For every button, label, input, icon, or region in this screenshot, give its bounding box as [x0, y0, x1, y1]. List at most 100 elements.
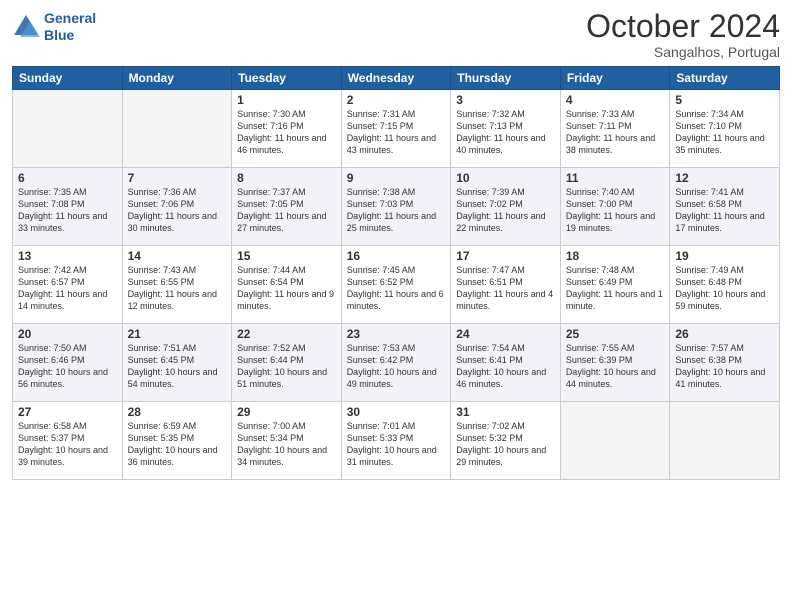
- day-number: 24: [456, 327, 555, 341]
- calendar-cell: 26Sunrise: 7:57 AM Sunset: 6:38 PM Dayli…: [670, 324, 780, 402]
- weekday-header-sunday: Sunday: [13, 67, 123, 90]
- calendar-cell: 15Sunrise: 7:44 AM Sunset: 6:54 PM Dayli…: [232, 246, 342, 324]
- day-number: 28: [128, 405, 227, 419]
- calendar-cell: 13Sunrise: 7:42 AM Sunset: 6:57 PM Dayli…: [13, 246, 123, 324]
- calendar-cell: 25Sunrise: 7:55 AM Sunset: 6:39 PM Dayli…: [560, 324, 670, 402]
- day-number: 4: [566, 93, 665, 107]
- logo: General Blue: [12, 10, 96, 44]
- page-header: General Blue October 2024 Sangalhos, Por…: [12, 10, 780, 60]
- week-row-3: 13Sunrise: 7:42 AM Sunset: 6:57 PM Dayli…: [13, 246, 780, 324]
- calendar-cell: [13, 90, 123, 168]
- calendar-cell: 11Sunrise: 7:40 AM Sunset: 7:00 PM Dayli…: [560, 168, 670, 246]
- calendar-cell: 31Sunrise: 7:02 AM Sunset: 5:32 PM Dayli…: [451, 402, 561, 480]
- day-info: Sunrise: 7:47 AM Sunset: 6:51 PM Dayligh…: [456, 264, 555, 313]
- calendar-cell: 23Sunrise: 7:53 AM Sunset: 6:42 PM Dayli…: [341, 324, 451, 402]
- day-info: Sunrise: 7:43 AM Sunset: 6:55 PM Dayligh…: [128, 264, 227, 313]
- day-number: 18: [566, 249, 665, 263]
- calendar-cell: 12Sunrise: 7:41 AM Sunset: 6:58 PM Dayli…: [670, 168, 780, 246]
- day-info: Sunrise: 7:52 AM Sunset: 6:44 PM Dayligh…: [237, 342, 336, 391]
- calendar-cell: 6Sunrise: 7:35 AM Sunset: 7:08 PM Daylig…: [13, 168, 123, 246]
- weekday-header-wednesday: Wednesday: [341, 67, 451, 90]
- day-number: 22: [237, 327, 336, 341]
- day-info: Sunrise: 7:00 AM Sunset: 5:34 PM Dayligh…: [237, 420, 336, 469]
- day-number: 10: [456, 171, 555, 185]
- day-info: Sunrise: 7:55 AM Sunset: 6:39 PM Dayligh…: [566, 342, 665, 391]
- calendar-cell: 16Sunrise: 7:45 AM Sunset: 6:52 PM Dayli…: [341, 246, 451, 324]
- weekday-header-tuesday: Tuesday: [232, 67, 342, 90]
- day-number: 25: [566, 327, 665, 341]
- weekday-header-row: SundayMondayTuesdayWednesdayThursdayFrid…: [13, 67, 780, 90]
- calendar-cell: [560, 402, 670, 480]
- day-info: Sunrise: 7:01 AM Sunset: 5:33 PM Dayligh…: [347, 420, 446, 469]
- day-info: Sunrise: 6:58 AM Sunset: 5:37 PM Dayligh…: [18, 420, 117, 469]
- calendar-cell: [670, 402, 780, 480]
- calendar-cell: 9Sunrise: 7:38 AM Sunset: 7:03 PM Daylig…: [341, 168, 451, 246]
- day-number: 1: [237, 93, 336, 107]
- calendar-cell: 1Sunrise: 7:30 AM Sunset: 7:16 PM Daylig…: [232, 90, 342, 168]
- calendar-cell: 5Sunrise: 7:34 AM Sunset: 7:10 PM Daylig…: [670, 90, 780, 168]
- day-info: Sunrise: 7:33 AM Sunset: 7:11 PM Dayligh…: [566, 108, 665, 157]
- day-number: 2: [347, 93, 446, 107]
- day-number: 21: [128, 327, 227, 341]
- day-number: 27: [18, 405, 117, 419]
- day-number: 31: [456, 405, 555, 419]
- calendar-cell: 21Sunrise: 7:51 AM Sunset: 6:45 PM Dayli…: [122, 324, 232, 402]
- day-info: Sunrise: 7:02 AM Sunset: 5:32 PM Dayligh…: [456, 420, 555, 469]
- day-info: Sunrise: 7:38 AM Sunset: 7:03 PM Dayligh…: [347, 186, 446, 235]
- calendar-cell: 17Sunrise: 7:47 AM Sunset: 6:51 PM Dayli…: [451, 246, 561, 324]
- calendar-cell: 10Sunrise: 7:39 AM Sunset: 7:02 PM Dayli…: [451, 168, 561, 246]
- day-info: Sunrise: 7:37 AM Sunset: 7:05 PM Dayligh…: [237, 186, 336, 235]
- day-number: 12: [675, 171, 774, 185]
- day-info: Sunrise: 7:53 AM Sunset: 6:42 PM Dayligh…: [347, 342, 446, 391]
- title-block: October 2024 Sangalhos, Portugal: [586, 10, 780, 60]
- day-info: Sunrise: 7:51 AM Sunset: 6:45 PM Dayligh…: [128, 342, 227, 391]
- location: Sangalhos, Portugal: [586, 44, 780, 60]
- day-info: Sunrise: 7:41 AM Sunset: 6:58 PM Dayligh…: [675, 186, 774, 235]
- month-title: October 2024: [586, 10, 780, 42]
- logo-text: General Blue: [44, 10, 96, 44]
- day-info: Sunrise: 7:39 AM Sunset: 7:02 PM Dayligh…: [456, 186, 555, 235]
- day-number: 3: [456, 93, 555, 107]
- day-number: 29: [237, 405, 336, 419]
- calendar-cell: 18Sunrise: 7:48 AM Sunset: 6:49 PM Dayli…: [560, 246, 670, 324]
- day-number: 15: [237, 249, 336, 263]
- day-info: Sunrise: 7:36 AM Sunset: 7:06 PM Dayligh…: [128, 186, 227, 235]
- calendar-cell: 30Sunrise: 7:01 AM Sunset: 5:33 PM Dayli…: [341, 402, 451, 480]
- logo-line2: Blue: [44, 27, 96, 44]
- calendar-cell: 28Sunrise: 6:59 AM Sunset: 5:35 PM Dayli…: [122, 402, 232, 480]
- day-number: 16: [347, 249, 446, 263]
- day-number: 30: [347, 405, 446, 419]
- day-number: 6: [18, 171, 117, 185]
- calendar-cell: [122, 90, 232, 168]
- logo-icon: [12, 13, 40, 41]
- day-info: Sunrise: 7:40 AM Sunset: 7:00 PM Dayligh…: [566, 186, 665, 235]
- day-number: 13: [18, 249, 117, 263]
- day-number: 23: [347, 327, 446, 341]
- logo-line1: General: [44, 10, 96, 27]
- page-container: General Blue October 2024 Sangalhos, Por…: [0, 0, 792, 612]
- week-row-1: 1Sunrise: 7:30 AM Sunset: 7:16 PM Daylig…: [13, 90, 780, 168]
- day-number: 14: [128, 249, 227, 263]
- weekday-header-monday: Monday: [122, 67, 232, 90]
- day-info: Sunrise: 7:57 AM Sunset: 6:38 PM Dayligh…: [675, 342, 774, 391]
- day-number: 17: [456, 249, 555, 263]
- day-info: Sunrise: 7:31 AM Sunset: 7:15 PM Dayligh…: [347, 108, 446, 157]
- day-info: Sunrise: 7:30 AM Sunset: 7:16 PM Dayligh…: [237, 108, 336, 157]
- weekday-header-saturday: Saturday: [670, 67, 780, 90]
- day-number: 5: [675, 93, 774, 107]
- day-info: Sunrise: 7:32 AM Sunset: 7:13 PM Dayligh…: [456, 108, 555, 157]
- day-number: 19: [675, 249, 774, 263]
- weekday-header-thursday: Thursday: [451, 67, 561, 90]
- calendar-cell: 22Sunrise: 7:52 AM Sunset: 6:44 PM Dayli…: [232, 324, 342, 402]
- day-number: 9: [347, 171, 446, 185]
- day-info: Sunrise: 7:54 AM Sunset: 6:41 PM Dayligh…: [456, 342, 555, 391]
- day-number: 20: [18, 327, 117, 341]
- day-info: Sunrise: 7:34 AM Sunset: 7:10 PM Dayligh…: [675, 108, 774, 157]
- calendar-cell: 14Sunrise: 7:43 AM Sunset: 6:55 PM Dayli…: [122, 246, 232, 324]
- week-row-5: 27Sunrise: 6:58 AM Sunset: 5:37 PM Dayli…: [13, 402, 780, 480]
- day-info: Sunrise: 7:50 AM Sunset: 6:46 PM Dayligh…: [18, 342, 117, 391]
- week-row-4: 20Sunrise: 7:50 AM Sunset: 6:46 PM Dayli…: [13, 324, 780, 402]
- day-number: 11: [566, 171, 665, 185]
- day-info: Sunrise: 7:44 AM Sunset: 6:54 PM Dayligh…: [237, 264, 336, 313]
- calendar-cell: 24Sunrise: 7:54 AM Sunset: 6:41 PM Dayli…: [451, 324, 561, 402]
